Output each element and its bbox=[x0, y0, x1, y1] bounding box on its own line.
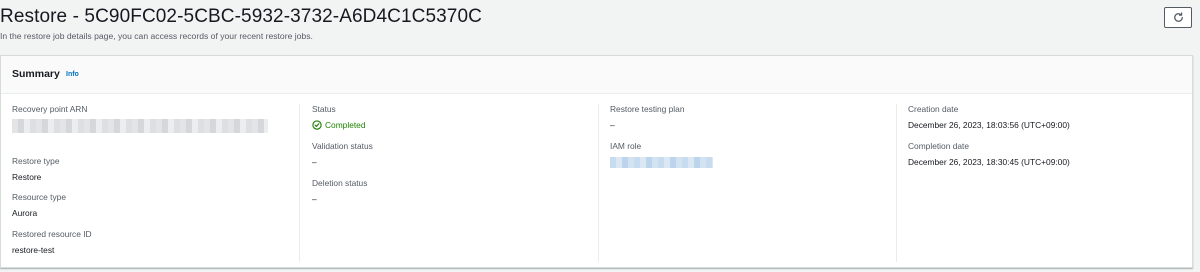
field-creation-date: Creation date December 26, 2023, 18:03:5… bbox=[908, 104, 1070, 130]
status-text: Completed bbox=[325, 120, 366, 130]
creation-date-value: December 26, 2023, 18:03:56 (UTC+09:00) bbox=[908, 120, 1070, 130]
summary-header: Summary Info bbox=[1, 56, 1192, 94]
completion-date-value: December 26, 2023, 18:30:45 (UTC+09:00) bbox=[908, 157, 1070, 167]
restore-type-label: Restore type bbox=[12, 156, 60, 166]
restored-resource-id-label: Restored resource ID bbox=[12, 229, 92, 239]
summary-panel: Summary Info Recovery point ARN Restore … bbox=[0, 55, 1193, 268]
iam-role-label: IAM role bbox=[610, 141, 642, 151]
deletion-status-label: Deletion status bbox=[312, 178, 368, 188]
summary-column-3: Restore testing plan – IAM role bbox=[610, 104, 895, 262]
summary-title: Summary bbox=[12, 68, 60, 80]
field-restore-testing-plan: Restore testing plan – bbox=[610, 104, 685, 130]
restore-testing-plan-label: Restore testing plan bbox=[610, 104, 685, 114]
field-status: Status Completed bbox=[312, 104, 366, 130]
status-label: Status bbox=[312, 104, 336, 114]
info-link[interactable]: Info bbox=[66, 71, 79, 78]
refresh-icon bbox=[1173, 12, 1183, 22]
column-divider bbox=[299, 104, 300, 262]
column-divider bbox=[896, 104, 897, 262]
page-header: Restore - 5C90FC02-5CBC-5932-3732-A6D4C1… bbox=[0, 0, 1200, 52]
summary-column-2: Status Completed Validation status – Del… bbox=[312, 104, 597, 262]
status-value: Completed bbox=[312, 120, 366, 130]
summary-column-4: Creation date December 26, 2023, 18:03:5… bbox=[908, 104, 1193, 262]
field-iam-role: IAM role bbox=[610, 141, 713, 168]
resource-type-label: Resource type bbox=[12, 192, 66, 202]
field-recovery-point-arn: Recovery point ARN bbox=[12, 104, 268, 133]
field-resource-type: Resource type Aurora bbox=[12, 192, 66, 218]
check-circle-icon bbox=[312, 120, 322, 130]
page-title: Restore - 5C90FC02-5CBC-5932-3732-A6D4C1… bbox=[0, 6, 482, 27]
field-restored-resource-id: Restored resource ID restore-test bbox=[12, 229, 92, 255]
column-divider bbox=[598, 104, 599, 262]
field-restore-type: Restore type Restore bbox=[12, 156, 59, 182]
restored-resource-id-value: restore-test bbox=[12, 245, 55, 255]
field-completion-date: Completion date December 26, 2023, 18:30… bbox=[908, 141, 1070, 167]
restore-testing-plan-value: – bbox=[610, 120, 615, 130]
restore-type-value: Restore bbox=[12, 172, 42, 182]
resource-type-value: Aurora bbox=[12, 208, 38, 218]
summary-column-1: Recovery point ARN Restore type Restore … bbox=[12, 104, 297, 262]
page-description: In the restore job details page, you can… bbox=[0, 31, 313, 41]
deletion-status-value: – bbox=[312, 194, 317, 204]
field-deletion-status: Deletion status – bbox=[312, 178, 367, 204]
validation-status-value: – bbox=[312, 157, 317, 167]
completion-date-label: Completion date bbox=[908, 141, 969, 151]
recovery-point-arn-redacted bbox=[12, 119, 268, 133]
validation-status-label: Validation status bbox=[312, 141, 373, 151]
field-validation-status: Validation status – bbox=[312, 141, 373, 167]
creation-date-label: Creation date bbox=[908, 104, 959, 114]
iam-role-link-redacted[interactable] bbox=[610, 157, 713, 168]
refresh-button[interactable] bbox=[1164, 7, 1192, 28]
recovery-point-arn-label: Recovery point ARN bbox=[12, 104, 88, 114]
